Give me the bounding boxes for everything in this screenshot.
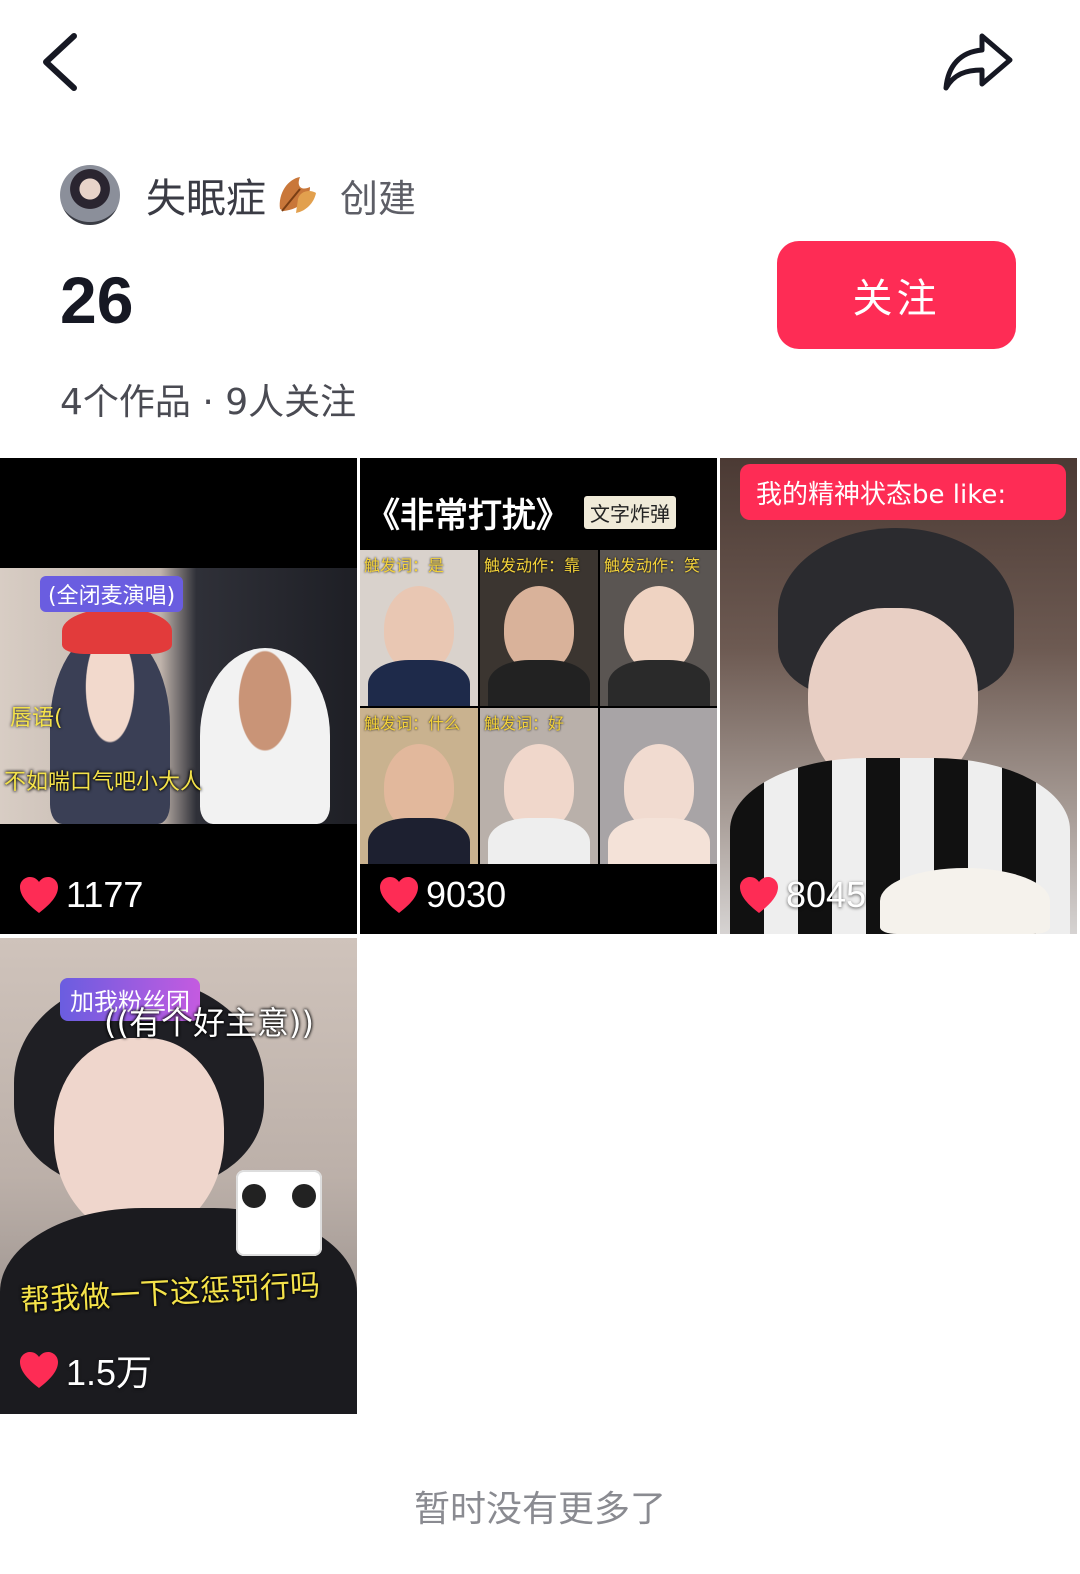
thumbnail-title: 《非常打扰》: [366, 496, 570, 536]
thumbnail-hat: [62, 608, 172, 654]
like-count-value: 1.5万: [66, 1352, 153, 1393]
like-count: 1177: [18, 874, 143, 916]
thumbnail-caption: 不如喘口气吧小大人: [4, 770, 203, 795]
cell-label: 触发词：是: [364, 556, 445, 575]
panda-sticker-icon: [236, 1170, 322, 1256]
thumbnail-caption: (全闭麦演唱): [40, 576, 184, 612]
back-button[interactable]: [30, 26, 94, 98]
thumbnail-banner: 我的精神状态be like:: [740, 464, 1066, 520]
video-card[interactable]: 我的精神状态be like: 8045: [720, 458, 1077, 934]
avatar[interactable]: [60, 165, 120, 225]
share-button[interactable]: [936, 26, 1020, 98]
thumbnail-cell: [600, 708, 717, 864]
like-count-value: 1177: [66, 874, 144, 915]
like-count: 9030: [378, 874, 506, 916]
thumbnail-bowl: [880, 868, 1050, 934]
heart-icon: [380, 877, 418, 913]
thumbnail-cell: 触发词：是: [360, 550, 478, 706]
cell-label: 触发词：什么: [364, 714, 461, 733]
creator-row[interactable]: 失眠症 创建: [60, 160, 416, 230]
cell-label: 触发动作：靠: [484, 556, 581, 575]
thumbnail-person: [200, 648, 330, 824]
video-card[interactable]: 《非常打扰》 文字炸弹 触发词：是 触发动作：靠 触发动作：笑 触发词：什么 触…: [360, 458, 717, 934]
follow-button[interactable]: 关注: [777, 241, 1016, 349]
collection-stats: 4个作品 · 9人关注: [60, 382, 357, 423]
no-more-label: 暂时没有更多了: [413, 1489, 666, 1530]
thumbnail-caption: 唇语(: [10, 706, 63, 731]
chevron-left-icon: [43, 33, 77, 91]
heart-icon: [740, 877, 778, 913]
thumbnail-cell: 触发词：什么: [360, 708, 478, 864]
share-arrow-icon: [943, 33, 1013, 91]
collection-count: 26: [60, 263, 134, 337]
like-count: 8045: [738, 874, 866, 916]
like-count: 1.5万: [18, 1344, 152, 1396]
cell-label: 触发动作：笑: [604, 556, 701, 575]
like-count-value: 9030: [426, 874, 507, 915]
video-card[interactable]: 加我粉丝团 ((有个好主意)) 帮我做一下这惩罚行吗 1.5万: [0, 938, 357, 1414]
thumbnail-cell: 触发动作：靠: [480, 550, 598, 706]
heart-icon: [20, 1352, 58, 1388]
thumbnail-cell: 触发词：好: [480, 708, 598, 864]
video-thumbnail: (全闭麦演唱) 唇语( 不如喘口气吧小大人: [0, 568, 357, 824]
thumbnail-cell: 触发动作：笑: [600, 550, 717, 706]
heart-icon: [20, 877, 58, 913]
top-bar: [0, 0, 1080, 130]
cell-label: 触发词：好: [484, 714, 565, 733]
creator-name[interactable]: 失眠症: [146, 166, 266, 224]
video-card[interactable]: (全闭麦演唱) 唇语( 不如喘口气吧小大人 1177: [0, 458, 357, 934]
created-label: 创建: [340, 176, 417, 221]
maple-leaf-icon: [279, 177, 316, 213]
thumbnail-caption: ((有个好主意)): [104, 1004, 314, 1042]
thumbnail-tag: 文字炸弹: [584, 496, 676, 529]
like-count-value: 8045: [786, 874, 867, 915]
